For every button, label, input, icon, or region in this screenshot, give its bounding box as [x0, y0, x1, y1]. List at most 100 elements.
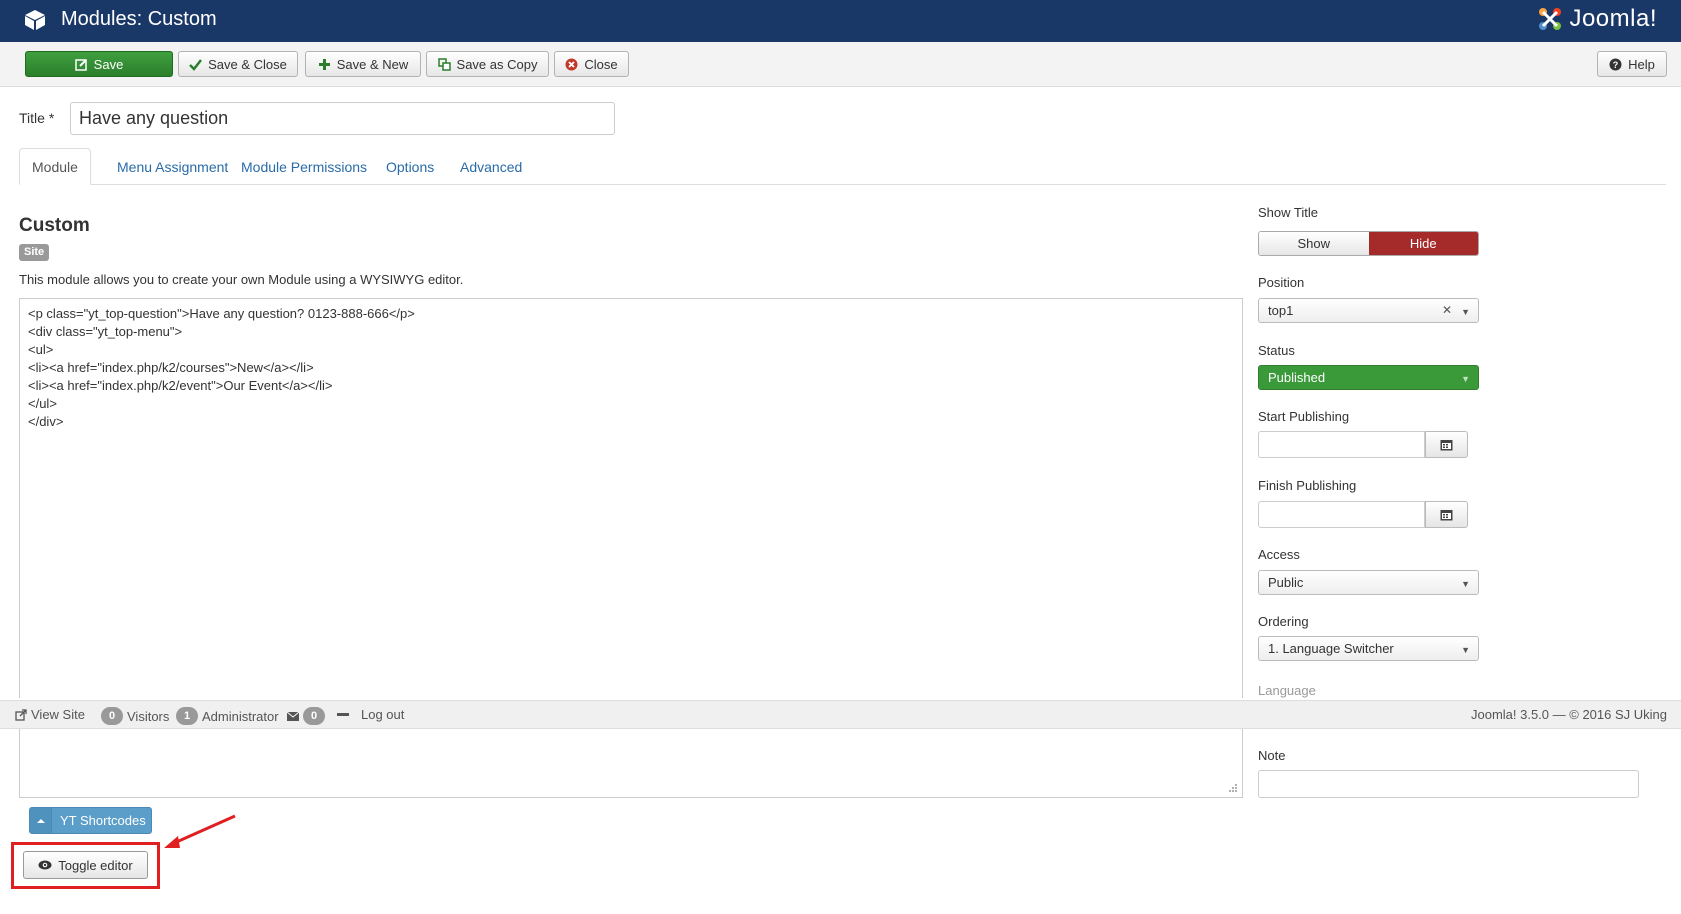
- status-value: Published: [1268, 370, 1326, 385]
- note-input[interactable]: [1258, 770, 1639, 798]
- status-select[interactable]: Published ▼: [1258, 365, 1479, 390]
- external-link-icon: [15, 708, 27, 721]
- access-select[interactable]: Public ▼: [1258, 570, 1479, 595]
- envelope-icon: [287, 711, 299, 721]
- admin-indicator: 1 Administrator: [176, 707, 279, 725]
- messages-indicator[interactable]: 0: [287, 707, 325, 725]
- save-button[interactable]: Save: [25, 51, 173, 77]
- close-circle-icon: [565, 58, 578, 70]
- messages-count: 0: [303, 707, 325, 725]
- yt-shortcodes-button[interactable]: YT Shortcodes: [29, 807, 152, 834]
- code-line: <li><a href="index.php/k2/courses">New</…: [28, 360, 314, 375]
- tab-advanced[interactable]: Advanced: [448, 148, 534, 185]
- visitors-indicator: 0 Visitors: [101, 707, 169, 725]
- save-new-label: Save & New: [336, 56, 409, 72]
- edit-icon: [74, 58, 87, 71]
- plus-icon: [318, 58, 330, 70]
- chevron-down-icon: ▼: [1461, 645, 1470, 655]
- admin-label: Administrator: [202, 708, 279, 724]
- access-label: Access: [1258, 547, 1300, 562]
- finish-publishing-label: Finish Publishing: [1258, 478, 1357, 493]
- finish-publishing-input[interactable]: [1258, 501, 1425, 528]
- ordering-select[interactable]: 1. Language Switcher ▼: [1258, 636, 1479, 661]
- save-close-button[interactable]: Save & Close: [178, 51, 298, 77]
- position-select[interactable]: top1 ✕ ▼: [1258, 298, 1479, 323]
- view-site-link[interactable]: View Site: [15, 707, 85, 722]
- hide-option[interactable]: Hide: [1368, 232, 1478, 255]
- highlight-box: Toggle editor: [11, 842, 160, 889]
- caret-up-icon: [30, 808, 52, 833]
- title-input[interactable]: [70, 102, 615, 135]
- close-button[interactable]: Close: [554, 51, 629, 77]
- svg-text:?: ?: [1613, 60, 1619, 70]
- title-label: Title *: [19, 110, 55, 126]
- chevron-down-icon: ▼: [1461, 374, 1470, 384]
- position-value: top1: [1268, 303, 1294, 318]
- ordering-value: 1. Language Switcher: [1268, 641, 1394, 656]
- minus-icon: [337, 712, 349, 716]
- code-editor-bottom[interactable]: [19, 728, 1243, 798]
- chevron-down-icon: ▼: [1461, 307, 1470, 317]
- admin-count: 1: [176, 707, 198, 725]
- toolbar: Save Save & Close Save & New Save as Cop…: [0, 42, 1681, 87]
- module-heading: Custom: [19, 215, 90, 236]
- footer-version: Joomla! 3.5.0 — © 2016 SJ Uking: [1470, 707, 1667, 722]
- chevron-down-icon: ▼: [1461, 579, 1470, 589]
- start-publishing-input[interactable]: [1258, 431, 1425, 458]
- cube-icon: [25, 10, 45, 30]
- visitors-count: 0: [101, 707, 123, 725]
- copy-icon: [437, 57, 451, 71]
- joomla-logo[interactable]: Joomla!: [1535, 4, 1657, 34]
- save-label: Save: [93, 56, 124, 72]
- tab-menu-assignment[interactable]: Menu Assignment: [105, 148, 240, 185]
- toggle-editor-button[interactable]: Toggle editor: [23, 851, 148, 879]
- position-label: Position: [1258, 275, 1305, 290]
- clear-icon[interactable]: ✕: [1442, 303, 1452, 317]
- module-tabs: Module Menu Assignment Module Permission…: [19, 148, 1666, 185]
- start-calendar-button[interactable]: [1425, 431, 1468, 458]
- show-title-label: Show Title: [1258, 205, 1318, 220]
- help-label: Help: [1628, 56, 1655, 72]
- code-line: <li><a href="index.php/k2/event">Our Eve…: [28, 378, 333, 393]
- annotation-arrow: [164, 814, 236, 848]
- help-button[interactable]: ? Help: [1597, 51, 1667, 77]
- language-label: Language: [1258, 683, 1316, 698]
- start-publishing-label: Start Publishing: [1258, 409, 1350, 424]
- yt-shortcodes-label: YT Shortcodes: [60, 813, 146, 828]
- module-description: This module allows you to create your ow…: [19, 272, 464, 287]
- ordering-label: Ordering: [1258, 614, 1309, 629]
- calendar-icon: [1440, 439, 1453, 450]
- show-title-toggle: Show Hide: [1258, 231, 1479, 256]
- resize-grip-icon[interactable]: [1228, 783, 1238, 793]
- status-bar: View Site 0 Visitors 1 Administrator 0 L…: [0, 700, 1681, 729]
- check-icon: [189, 58, 203, 71]
- save-copy-label: Save as Copy: [456, 56, 538, 72]
- code-line: <div class="yt_top-menu">: [28, 324, 183, 339]
- code-editor[interactable]: <p class="yt_top-question">Have any ques…: [19, 298, 1243, 698]
- question-circle-icon: ?: [1609, 58, 1622, 70]
- joomla-logo-text: Joomla!: [1569, 5, 1657, 32]
- show-option[interactable]: Show: [1259, 232, 1369, 255]
- logout-link[interactable]: Log out: [337, 707, 404, 722]
- toggle-editor-label: Toggle editor: [58, 857, 133, 873]
- view-site-label: View Site: [31, 707, 85, 722]
- code-line: <ul>: [28, 342, 54, 357]
- site-badge: Site: [19, 244, 50, 261]
- visitors-label: Visitors: [127, 708, 170, 724]
- access-value: Public: [1268, 575, 1304, 590]
- tab-module[interactable]: Module: [19, 148, 91, 185]
- page-title: Modules: Custom: [61, 8, 217, 30]
- finish-calendar-button[interactable]: [1425, 501, 1468, 528]
- close-label: Close: [584, 56, 618, 72]
- eye-icon: [38, 860, 52, 870]
- save-new-button[interactable]: Save & New: [305, 51, 421, 77]
- tab-options[interactable]: Options: [374, 148, 446, 185]
- code-line: </ul>: [28, 396, 57, 411]
- calendar-icon: [1440, 509, 1453, 520]
- save-copy-button[interactable]: Save as Copy: [426, 51, 549, 77]
- logout-label: Log out: [361, 707, 405, 722]
- admin-header: Modules: Custom Joomla!: [0, 0, 1681, 42]
- tab-module-permissions[interactable]: Module Permissions: [229, 148, 379, 185]
- joomla-logo-icon: [1539, 8, 1562, 30]
- code-line: </div>: [28, 414, 64, 429]
